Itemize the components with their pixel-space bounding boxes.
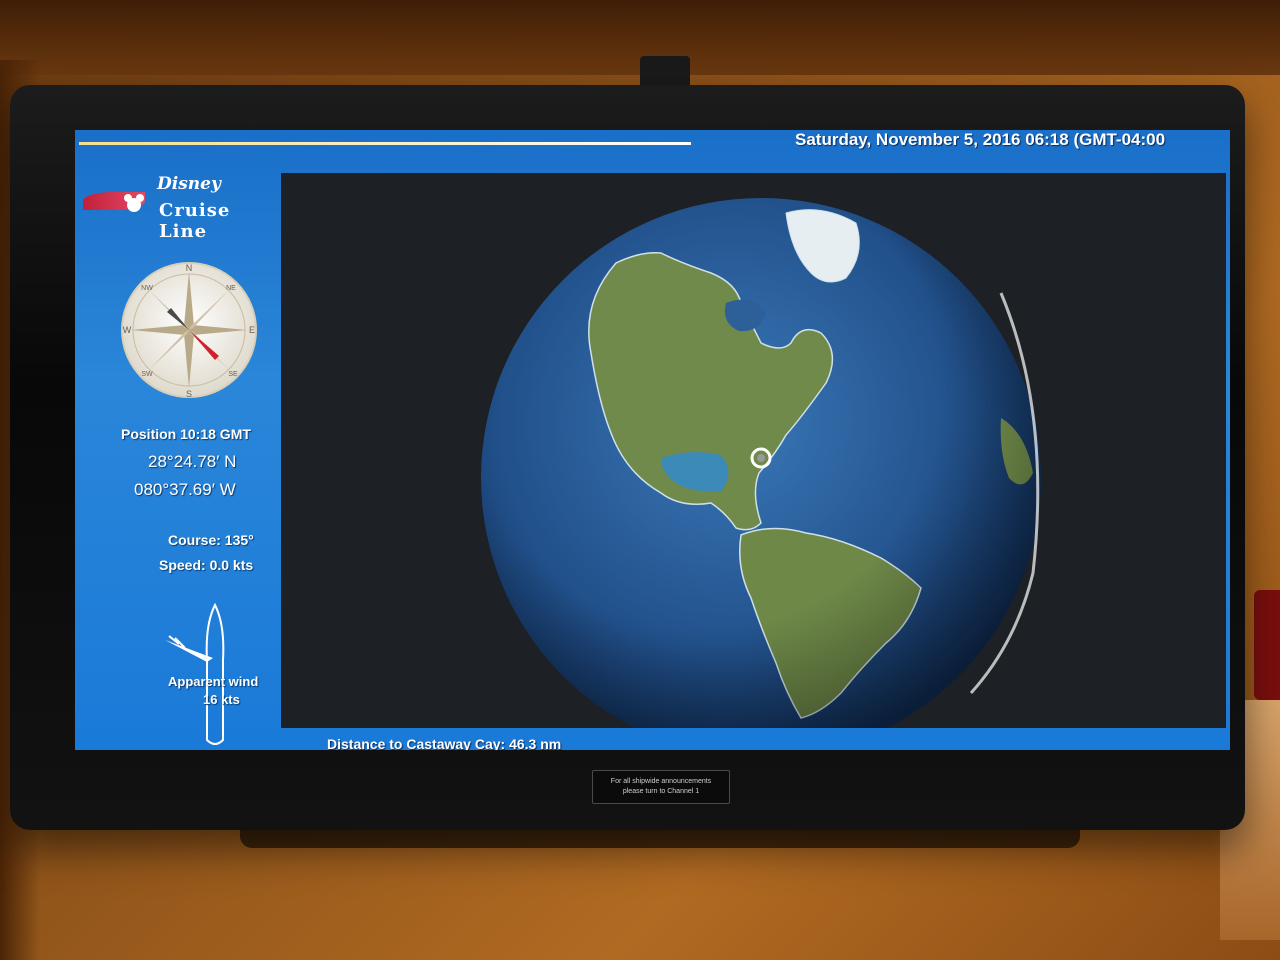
longitude-value: 080°37.69′ W bbox=[134, 480, 236, 499]
compass-label-se: SE bbox=[228, 371, 238, 378]
mickey-ears-icon bbox=[124, 194, 144, 212]
compass-rose: N NE E SE S SW W NW bbox=[121, 262, 257, 399]
compass-label-w: W bbox=[123, 325, 132, 335]
date-time: Saturday, November 5, 2016 06:18 (GMT-04… bbox=[795, 130, 1166, 149]
latitude-value: 28°24.78′ N bbox=[148, 452, 237, 471]
logo-disney-text: Disney bbox=[157, 174, 221, 194]
placard-line-1: For all shipwide announcements bbox=[610, 778, 712, 785]
compass-label-n: N bbox=[186, 263, 193, 273]
apparent-wind-speed: 16 kts bbox=[203, 692, 240, 707]
map-panel bbox=[281, 173, 1226, 728]
speed-value: Speed: 0.0 kts bbox=[159, 557, 254, 573]
compass-label-nw: NW bbox=[141, 285, 153, 292]
compass-label-s: S bbox=[186, 389, 192, 399]
globe-map bbox=[481, 198, 1041, 728]
compass-label-e: E bbox=[249, 325, 255, 335]
logo-cruise-line-text: Cruise Line bbox=[159, 200, 231, 242]
position-label: Position 10:18 GMT bbox=[121, 426, 251, 442]
announcement-placard: For all shipwide announcements please tu… bbox=[592, 770, 730, 804]
header-line bbox=[79, 142, 691, 145]
tv-screen: Saturday, November 5, 2016 06:18 (GMT-04… bbox=[75, 130, 1230, 750]
apparent-wind-label: Apparent wind bbox=[168, 674, 259, 689]
disney-cruise-line-logo: Disney Cruise Line bbox=[83, 174, 273, 242]
distance-to-destination: Distance to Castaway Cay: 46.3 nm bbox=[327, 736, 562, 750]
compass-label-ne: NE bbox=[226, 285, 236, 292]
compass-label-sw: SW bbox=[141, 371, 153, 378]
red-object bbox=[1254, 590, 1280, 700]
course-value: Course: 135° bbox=[168, 532, 254, 548]
placard-line-2: please turn to Channel 1 bbox=[622, 788, 700, 795]
